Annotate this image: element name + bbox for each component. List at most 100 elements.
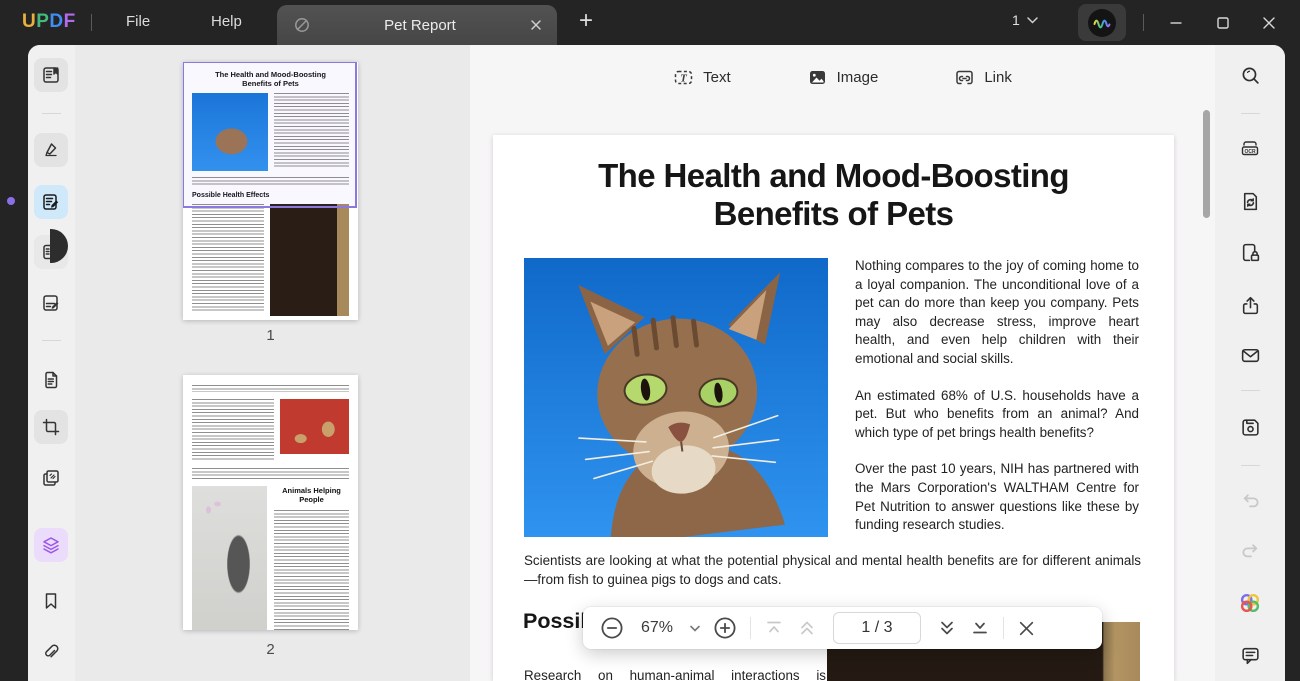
divider <box>42 113 61 114</box>
highlighter-icon <box>45 143 57 157</box>
right-tool-redo[interactable] <box>1233 533 1267 567</box>
maximize-button[interactable] <box>1206 7 1240 39</box>
thumbnail-text-placeholder <box>192 385 349 392</box>
thumbnail-viewport-indicator[interactable] <box>183 62 357 208</box>
close-button[interactable] <box>1252 7 1286 39</box>
new-tab-button[interactable]: + <box>570 6 602 38</box>
crop-icon <box>42 418 60 436</box>
close-toolbar-icon[interactable] <box>1017 619 1036 638</box>
divider <box>91 14 92 31</box>
sidebar-tool-page-tools[interactable] <box>34 363 68 397</box>
text-tool-button[interactable]: T Text <box>665 61 739 94</box>
thumbnail-panel: The Health and Mood-Boosting Benefits of… <box>75 45 470 681</box>
search-icon <box>1242 67 1259 84</box>
thumbnail-text-placeholder <box>274 510 349 630</box>
page-copy-icon <box>45 371 58 389</box>
sidebar-tool-attachment[interactable] <box>34 635 68 669</box>
zoom-out-icon[interactable] <box>600 616 624 640</box>
updf-logo: UPDF <box>22 11 76 33</box>
sidebar-tool-batch[interactable] <box>34 528 68 562</box>
right-tool-share[interactable] <box>1233 288 1267 322</box>
save-icon <box>1241 418 1259 436</box>
right-tool-convert[interactable] <box>1233 184 1267 218</box>
page-thumbnail-1[interactable]: The Health and Mood-Boosting Benefits of… <box>183 62 358 320</box>
paragraph: An estimated 68% of U.S. households have… <box>855 387 1139 440</box>
account-avatar[interactable] <box>1078 4 1126 41</box>
maximize-icon <box>1217 17 1229 29</box>
scrollbar-thumb[interactable] <box>1203 110 1210 218</box>
text-tool-icon: T <box>674 70 693 84</box>
thumb-cat-gray-photo <box>192 486 267 630</box>
page-thumbnail-2[interactable]: Animals Helping People <box>183 375 358 630</box>
right-tool-ocr[interactable]: OCR <box>1233 131 1267 165</box>
bookmark-icon <box>45 593 57 609</box>
thumbnail-text-placeholder <box>192 399 274 461</box>
thumb-dogs-red-photo <box>280 399 349 454</box>
divider <box>1241 390 1260 391</box>
titlebar: UPDF File Help Pet Report + 1 <box>0 0 1300 45</box>
minimize-button[interactable] <box>1159 7 1193 39</box>
mail-icon <box>1241 348 1259 362</box>
paragraph-partial[interactable]: Research on human-animal interactions is <box>524 667 826 681</box>
main-panel: The Health and Mood-Boosting Benefits of… <box>28 45 1285 681</box>
right-tool-permissions[interactable] <box>1233 235 1267 269</box>
sidebar-tool-crop[interactable] <box>34 410 68 444</box>
divider <box>1241 113 1260 114</box>
menu-file[interactable]: File <box>126 13 150 30</box>
fill-sign-icon <box>43 295 59 311</box>
ai-assistant-icon <box>1240 593 1260 613</box>
link-tool-icon <box>956 70 974 84</box>
page-number-input[interactable]: 1 / 3 <box>833 612 921 644</box>
reader-view-icon <box>43 67 59 83</box>
thumbnail-page-number: 1 <box>266 327 275 344</box>
menu-help[interactable]: Help <box>211 13 242 30</box>
last-page-icon[interactable] <box>970 618 990 638</box>
sidebar-tool-fill-sign[interactable] <box>34 286 68 320</box>
document-tab[interactable]: Pet Report <box>277 5 557 45</box>
paragraph-full-width[interactable]: Scientists are looking at what the poten… <box>524 552 1141 589</box>
right-tool-undo[interactable] <box>1233 483 1267 517</box>
first-page-icon[interactable] <box>764 618 784 638</box>
document-viewer: T Text Image Link The Health and Mood-Bo… <box>470 45 1215 681</box>
handle-dot-icon[interactable] <box>7 197 15 205</box>
zoom-dropdown-icon[interactable] <box>690 625 700 632</box>
link-tool-button[interactable]: Link <box>946 61 1020 94</box>
tab-close-icon[interactable] <box>529 18 543 32</box>
edit-pdf-icon <box>43 194 59 210</box>
sidebar-tool-edit[interactable] <box>34 185 68 219</box>
cat-photo[interactable] <box>524 258 828 537</box>
edit-mode-toolbar: T Text Image Link <box>470 55 1215 99</box>
right-tool-comments-panel[interactable] <box>1233 638 1267 672</box>
thumb-page2-heading: Animals Helping People <box>282 486 341 504</box>
image-tool-label: Image <box>836 68 879 86</box>
previous-page-icon[interactable] <box>797 618 817 638</box>
text-tool-label: Text <box>703 68 731 86</box>
image-tool-button[interactable]: Image <box>799 61 887 94</box>
thumbnail-text-placeholder <box>192 468 349 479</box>
next-page-icon[interactable] <box>937 618 957 638</box>
rainbow-wave-icon <box>1093 19 1111 28</box>
sidebar-tool-comment[interactable] <box>34 133 68 167</box>
divider <box>750 617 751 639</box>
tab-list-dropdown[interactable]: 1 <box>1012 12 1038 28</box>
image-tool-icon <box>809 70 825 84</box>
sidebar-tool-bookmark[interactable] <box>34 584 68 618</box>
zoom-in-icon[interactable] <box>713 616 737 640</box>
logo-letter: U <box>22 11 37 32</box>
minimize-icon <box>1170 22 1182 24</box>
svg-text:T: T <box>680 72 688 84</box>
right-tool-ai-assistant[interactable] <box>1233 586 1267 620</box>
sidebar-tool-watermark[interactable] <box>34 461 68 495</box>
paragraph: Nothing compares to the joy of coming ho… <box>855 258 1139 366</box>
sidebar-tool-reader[interactable] <box>34 58 68 92</box>
right-tool-email[interactable] <box>1233 338 1267 372</box>
document-title[interactable]: The Health and Mood-Boosting Benefits of… <box>493 157 1174 233</box>
tab-title: Pet Report <box>384 16 456 34</box>
divider <box>42 340 61 341</box>
body-text-column[interactable]: Nothing compares to the joy of coming ho… <box>855 257 1139 553</box>
right-tool-search[interactable] <box>1233 58 1267 92</box>
zoom-level[interactable]: 67% <box>637 619 677 637</box>
link-tool-label: Link <box>984 68 1012 86</box>
right-tool-save[interactable] <box>1233 410 1267 444</box>
logo-letter: P <box>36 11 50 32</box>
